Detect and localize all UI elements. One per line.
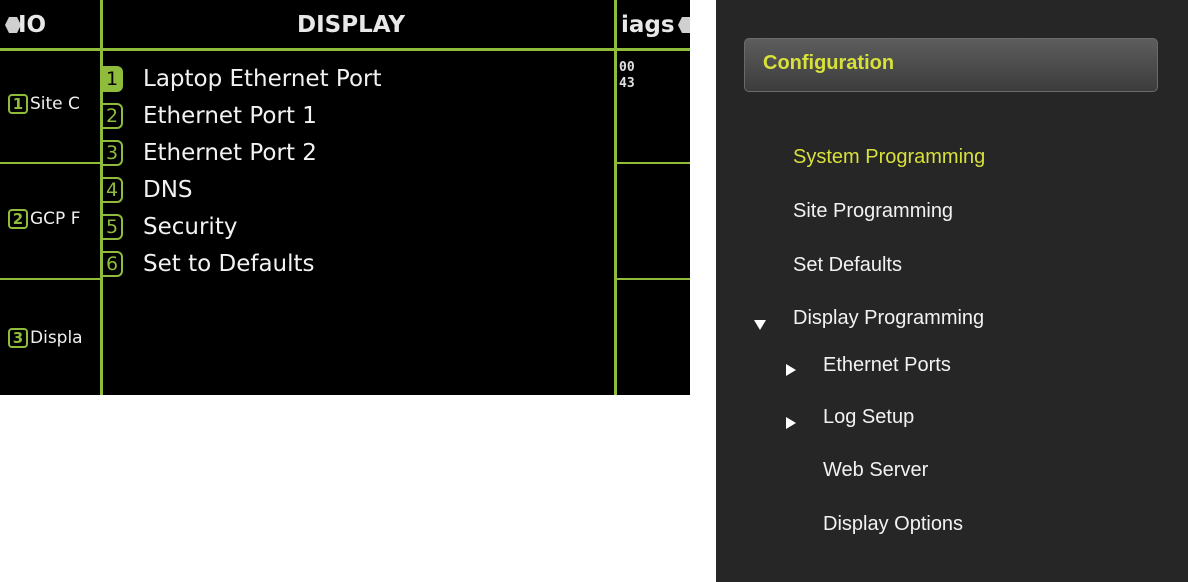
diag-value: 00 [619,60,635,75]
triangle-down-icon[interactable] [754,320,766,330]
triangle-right-icon[interactable] [786,417,796,429]
softkey-label: GCP F [30,209,81,229]
menu-item-dns[interactable]: 4 DNS [103,172,193,208]
menu-item-security[interactable]: 5 Security [103,209,237,245]
menu-item-number: 2 [103,103,123,129]
softkey-label: Site C [30,94,80,114]
softkey-number: 3 [8,328,28,348]
menu-item-label: Ethernet Port 2 [143,140,317,166]
menu-item-number: 1 [103,66,123,92]
menu-item-number: 5 [103,214,123,240]
menu-item-laptop-ethernet-port[interactable]: 1 Laptop Ethernet Port [103,61,382,97]
menu-item-number: 6 [103,251,123,277]
softkey-number: 1 [8,94,28,114]
device-display-screen: IO DISPLAY iags 1 Site C 2 GCP F 3 Displ… [0,0,690,395]
menu-item-ethernet-port-2[interactable]: 3 Ethernet Port 2 [103,135,317,171]
left-softkey-column: 1 Site C 2 GCP F 3 Displa [0,0,102,395]
menu-item-number: 4 [103,177,123,203]
menu-item-label: Security [143,214,238,240]
tree-item-display-programming[interactable]: Display Programming [793,307,984,330]
menu-item-label: Ethernet Port 1 [143,103,317,129]
tree-item-site-programming[interactable]: Site Programming [793,200,953,223]
tree-item-web-server[interactable]: Web Server [823,459,928,482]
menu-item-ethernet-port-1[interactable]: 2 Ethernet Port 1 [103,98,317,134]
header-divider [0,48,690,51]
menu-item-label: DNS [143,177,193,203]
triangle-right-icon[interactable] [786,364,796,376]
screen-title: DISPLAY [297,12,405,38]
menu-item-label: Set to Defaults [143,251,315,277]
menu-item-number: 3 [103,140,123,166]
menu-item-set-to-defaults[interactable]: 6 Set to Defaults [103,246,315,282]
configuration-panel: Configuration System Programming Site Pr… [716,0,1188,582]
tree-item-display-options[interactable]: Display Options [823,513,963,536]
tree-item-log-setup[interactable]: Log Setup [823,406,914,429]
tree-item-set-defaults[interactable]: Set Defaults [793,254,902,277]
softkey-label: Displa [30,328,83,348]
softkey-site[interactable]: 1 Site C [8,94,80,114]
tree-item-ethernet-ports[interactable]: Ethernet Ports [823,354,951,377]
configuration-header[interactable]: Configuration [744,38,1158,92]
diag-value: 43 [619,76,635,91]
tree-item-system-programming[interactable]: System Programming [793,146,985,169]
softkey-gcp[interactable]: 2 GCP F [8,209,80,229]
menu-item-label: Laptop Ethernet Port [143,66,382,92]
softkey-display[interactable]: 3 Displa [8,328,83,348]
softkey-number: 2 [8,209,28,229]
configuration-title: Configuration [763,52,895,74]
